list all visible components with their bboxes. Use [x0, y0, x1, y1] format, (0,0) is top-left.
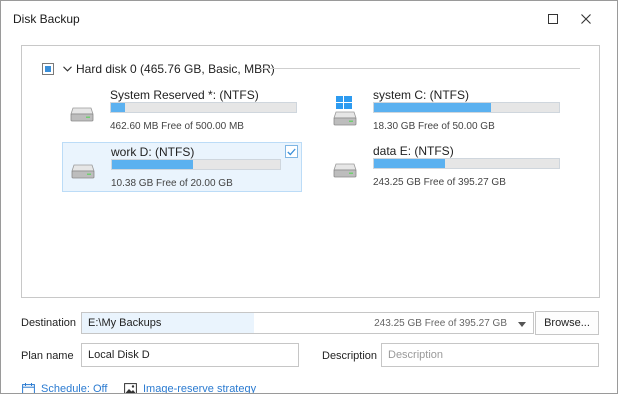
- disk-panel: Hard disk 0 (465.76 GB, Basic, MBR) Syst…: [21, 45, 600, 298]
- usage-bar: [111, 159, 281, 170]
- partition-free: 10.38 GB Free of 20.00 GB: [111, 178, 233, 189]
- hdd-icon: [70, 107, 94, 122]
- partition-name: work D: (NTFS): [111, 145, 195, 159]
- disk-backup-window: Disk Backup Hard disk 0 (465.76 GB, Basi…: [0, 0, 618, 394]
- destination-path: E:\My Backups: [82, 313, 254, 333]
- window-title: Disk Backup: [13, 12, 80, 26]
- disk-header: Hard disk 0 (465.76 GB, Basic, MBR): [42, 62, 275, 76]
- partition-system-reserved[interactable]: System Reserved *: (NTFS) 462.60 MB Free…: [62, 86, 302, 136]
- partition-name: system C: (NTFS): [373, 88, 469, 102]
- calendar-icon: [21, 383, 35, 393]
- partition-data-e[interactable]: data E: (NTFS) 243.25 GB Free of 395.27 …: [325, 142, 565, 192]
- partition-free: 18.30 GB Free of 50.00 GB: [373, 121, 495, 132]
- partition-name: System Reserved *: (NTFS): [110, 88, 259, 102]
- hdd-icon: [333, 111, 357, 126]
- check-icon: [287, 148, 296, 155]
- destination-select[interactable]: E:\My Backups 243.25 GB Free of 395.27 G…: [81, 312, 534, 334]
- destination-free: 243.25 GB Free of 395.27 GB: [374, 318, 507, 329]
- strategy-label: Image-reserve strategy: [143, 383, 257, 394]
- image-reserve-strategy-link[interactable]: Image-reserve strategy: [123, 383, 257, 394]
- partition-free: 243.25 GB Free of 395.27 GB: [373, 177, 506, 188]
- usage-bar: [110, 102, 297, 113]
- browse-button[interactable]: Browse...: [535, 311, 599, 335]
- divider: [260, 68, 580, 69]
- close-icon: [581, 14, 591, 24]
- destination-label: Destination: [21, 317, 77, 329]
- description-input[interactable]: Description: [381, 343, 599, 367]
- disk-checkbox[interactable]: [42, 63, 54, 75]
- usage-bar-fill: [112, 160, 193, 169]
- partition-system-c[interactable]: system C: (NTFS) 18.30 GB Free of 50.00 …: [325, 86, 565, 136]
- usage-bar: [373, 158, 560, 169]
- partition-name: data E: (NTFS): [373, 144, 454, 158]
- schedule-link[interactable]: Schedule: Off: [21, 383, 108, 394]
- usage-bar-fill: [111, 103, 125, 112]
- maximize-icon: [548, 14, 558, 24]
- plan-name-input[interactable]: Local Disk D: [81, 343, 299, 367]
- image-icon: [123, 383, 137, 393]
- dropdown-caret-icon[interactable]: [517, 319, 527, 329]
- plan-name-label: Plan name: [21, 350, 74, 362]
- partition-checkbox[interactable]: [285, 145, 298, 158]
- description-label: Description: [322, 350, 378, 362]
- usage-bar: [373, 102, 560, 113]
- checkbox-partial-mark: [45, 66, 51, 72]
- chevron-down-icon[interactable]: [60, 66, 74, 72]
- title-bar: Disk Backup: [1, 1, 617, 37]
- partition-work-d[interactable]: work D: (NTFS) 10.38 GB Free of 20.00 GB: [62, 142, 302, 192]
- schedule-label: Schedule: Off: [41, 383, 108, 394]
- disk-title: Hard disk 0 (465.76 GB, Basic, MBR): [76, 62, 275, 76]
- hdd-icon: [333, 163, 357, 178]
- usage-bar-fill: [374, 103, 492, 112]
- maximize-button[interactable]: [541, 7, 565, 31]
- hdd-icon: [71, 164, 95, 179]
- usage-bar-fill: [374, 159, 446, 168]
- close-button[interactable]: [574, 7, 598, 31]
- partition-free: 462.60 MB Free of 500.00 MB: [110, 121, 244, 132]
